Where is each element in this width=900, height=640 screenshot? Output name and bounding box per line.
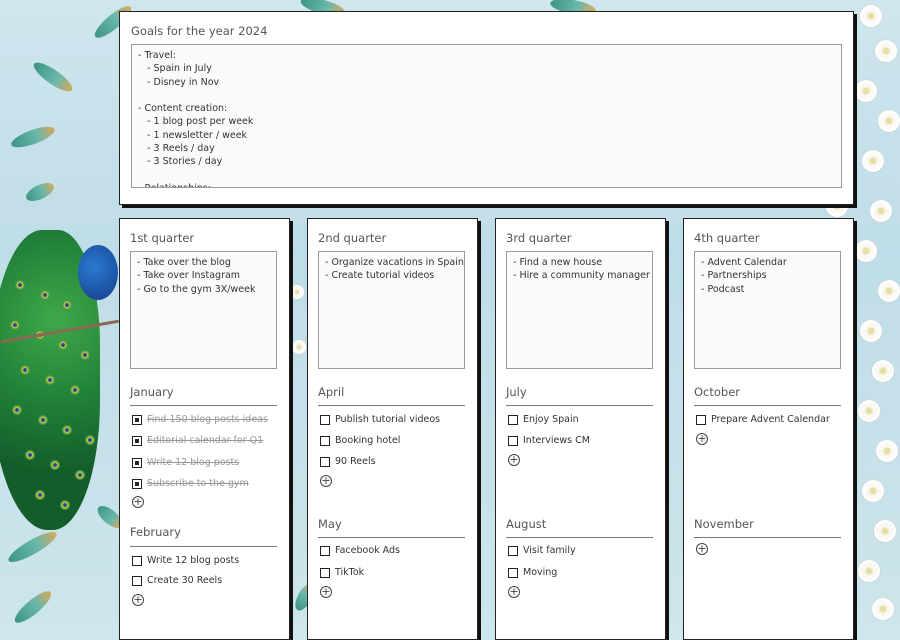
add-item-icon[interactable]: + (696, 543, 708, 555)
quarter-title: 2nd quarter (318, 231, 387, 245)
checkbox[interactable] (132, 555, 142, 566)
todo-label: Subscribe to the gym (147, 478, 249, 489)
month-divider (130, 405, 277, 406)
checkbox-checked[interactable] (132, 414, 142, 425)
quarter-title: 1st quarter (130, 231, 195, 245)
todo-label: Create 30 Reels (147, 575, 223, 586)
feather-decoration (23, 179, 57, 205)
todo-item[interactable]: Prepare Advent Calendar (696, 414, 830, 425)
yearly-goals-card: Goals for the year 2024 - Travel: - Spai… (119, 11, 854, 205)
checkbox[interactable] (508, 414, 518, 425)
quarter-card-1: 1st quarter - Take over the blog - Take … (119, 218, 290, 640)
add-item-icon[interactable]: + (320, 475, 332, 487)
yearly-goals-textarea[interactable]: - Travel: - Spain in July - Disney in No… (131, 44, 842, 188)
todo-label: Booking hotel (335, 435, 401, 446)
add-item-icon[interactable]: + (320, 586, 332, 598)
feather-decoration (5, 527, 60, 567)
todo-label: Facebook Ads (335, 545, 400, 556)
month-divider (694, 537, 841, 538)
todo-item[interactable]: Editorial calendar for Q1 (132, 435, 263, 446)
quarter-card-3: 3rd quarter - Find a new house - Hire a … (495, 218, 666, 640)
checkbox[interactable] (508, 435, 518, 446)
feather-decoration (30, 58, 76, 96)
quarter-card-2: 2nd quarter - Organize vacations in Spai… (307, 218, 478, 640)
todo-label: Visit family (523, 545, 576, 556)
add-item-icon[interactable]: + (132, 496, 144, 508)
month-divider (506, 405, 653, 406)
checkbox[interactable] (132, 575, 142, 586)
todo-item[interactable]: Create 30 Reels (132, 575, 222, 586)
checkbox[interactable] (696, 414, 706, 425)
todo-label: Moving (523, 567, 558, 578)
todo-item[interactable]: TikTok (320, 567, 364, 578)
todo-item[interactable]: Find 150 blog posts ideas (132, 414, 268, 425)
month-divider (130, 546, 277, 547)
month-title-october: October (694, 385, 741, 399)
todo-item[interactable]: Write 12 blog posts (132, 555, 239, 566)
checkbox[interactable] (320, 567, 330, 578)
quarter-title: 4th quarter (694, 231, 760, 245)
todo-label: Publish tutorial videos (335, 414, 441, 425)
month-title-november: November (694, 517, 754, 531)
checkbox[interactable] (320, 414, 330, 425)
todo-item[interactable]: Visit family (508, 545, 576, 556)
todo-item[interactable]: Facebook Ads (320, 545, 400, 556)
todo-item[interactable]: Moving (508, 567, 557, 578)
feather-decoration (10, 586, 56, 628)
month-divider (318, 405, 465, 406)
checkbox-checked[interactable] (132, 435, 142, 446)
month-title-august: August (506, 517, 547, 531)
todo-item[interactable]: Booking hotel (320, 435, 400, 446)
quarter-card-4: 4th quarter - Advent Calendar - Partners… (683, 218, 854, 640)
todo-label: Editorial calendar for Q1 (147, 435, 264, 446)
quarter-notes-textarea[interactable]: - Organize vacations in Spain - Create t… (318, 251, 465, 369)
month-divider (318, 537, 465, 538)
checkbox-checked[interactable] (132, 457, 142, 468)
checkbox[interactable] (320, 435, 330, 446)
todo-label: Enjoy Spain (523, 414, 579, 425)
checkbox-checked[interactable] (132, 478, 142, 489)
add-item-icon[interactable]: + (508, 454, 520, 466)
add-item-icon[interactable]: + (132, 594, 144, 606)
month-title-january: January (130, 385, 174, 399)
todo-item[interactable]: Interviews CM (508, 435, 590, 446)
todo-label: Find 150 blog posts ideas (147, 414, 268, 425)
month-divider (506, 537, 653, 538)
month-title-april: April (318, 385, 345, 399)
todo-label: TikTok (335, 567, 365, 578)
checkbox[interactable] (320, 545, 330, 556)
checkbox[interactable] (508, 545, 518, 556)
todo-item[interactable]: Write 12 blog posts (132, 457, 239, 468)
todo-label: Write 12 blog posts (147, 457, 240, 468)
quarter-notes-textarea[interactable]: - Find a new house - Hire a community ma… (506, 251, 653, 369)
todo-item[interactable]: Subscribe to the gym (132, 478, 249, 489)
yearly-goals-title: Goals for the year 2024 (131, 24, 268, 38)
add-item-icon[interactable]: + (508, 586, 520, 598)
todo-item[interactable]: Enjoy Spain (508, 414, 579, 425)
month-title-july: July (506, 385, 527, 399)
todo-label: Write 12 blog posts (147, 555, 240, 566)
month-title-february: February (130, 525, 181, 539)
todo-label: Interviews CM (523, 435, 590, 446)
todo-label: 90 Reels (335, 456, 376, 467)
todo-label: Prepare Advent Calendar (711, 414, 830, 425)
add-item-icon[interactable]: + (696, 433, 708, 445)
peacock-head-decoration (78, 245, 118, 300)
quarter-title: 3rd quarter (506, 231, 572, 245)
quarter-notes-textarea[interactable]: - Advent Calendar - Partnerships - Podca… (694, 251, 841, 369)
quarter-notes-textarea[interactable]: - Take over the blog - Take over Instagr… (130, 251, 277, 369)
todo-item[interactable]: Publish tutorial videos (320, 414, 440, 425)
todo-item[interactable]: 90 Reels (320, 456, 376, 467)
month-divider (694, 405, 841, 406)
month-title-may: May (318, 517, 342, 531)
checkbox[interactable] (508, 567, 518, 578)
feather-decoration (8, 122, 58, 152)
checkbox[interactable] (320, 456, 330, 467)
